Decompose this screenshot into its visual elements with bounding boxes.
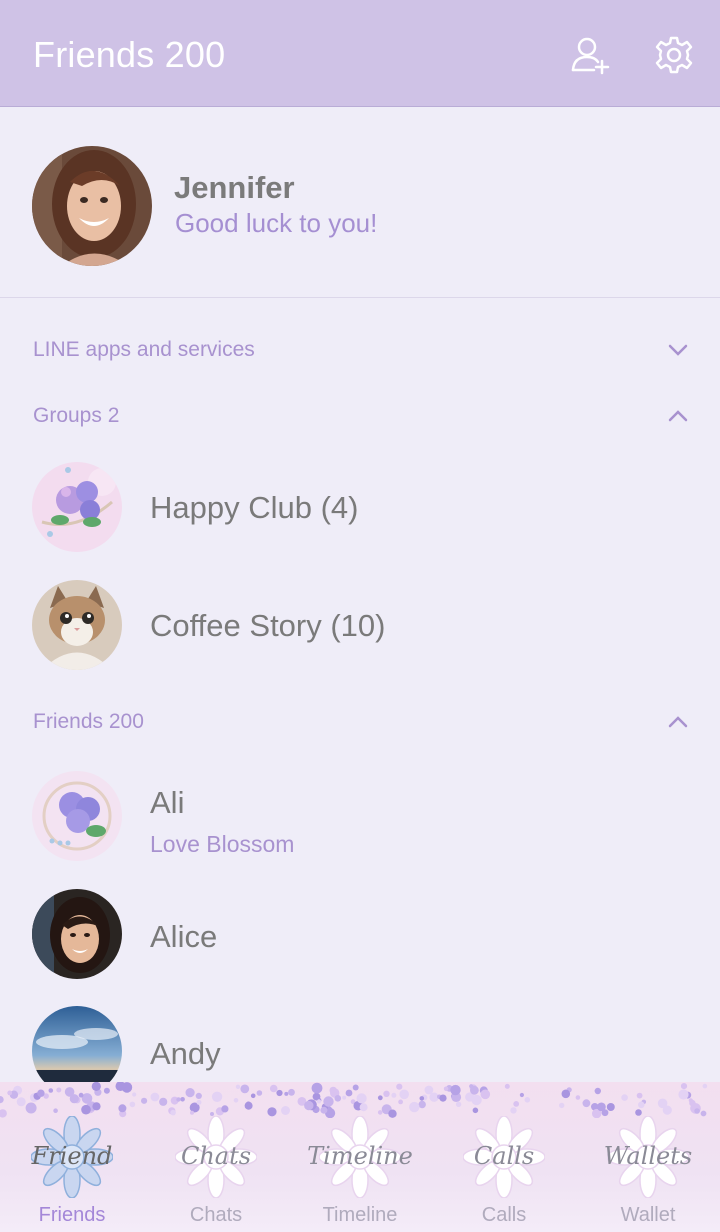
section-groups[interactable]: Groups 2 [0, 388, 720, 444]
section-label: LINE apps and services [33, 338, 255, 361]
group-row[interactable]: Coffee Story (10) [0, 570, 720, 680]
group-name: Happy Club (4) [150, 490, 359, 525]
friend-name: Ali [150, 785, 185, 820]
tab-script-title: Timeline [307, 1142, 413, 1170]
tab-label: Wallet [620, 1204, 676, 1226]
profile-status-message: Good luck to you! [175, 208, 378, 238]
top-app-bar: Friends 200 [0, 0, 720, 107]
chevron-up-icon [668, 716, 688, 728]
friend-status-message: Love Blossom [150, 831, 295, 857]
section-line-apps-services[interactable]: LINE apps and services [0, 322, 720, 378]
chevron-down-icon [668, 344, 688, 356]
tab-calls[interactable]: Calls Calls [432, 1082, 576, 1232]
friend-name: Alice [150, 919, 218, 954]
tab-script-title: Chats [180, 1142, 252, 1170]
add-friend-icon[interactable] [570, 35, 610, 75]
chevron-up-icon [668, 410, 688, 422]
gear-icon[interactable] [654, 35, 694, 75]
avatar [32, 580, 122, 670]
tab-script-title: Friend [31, 1142, 113, 1170]
friend-row[interactable]: Ali Love Blossom [0, 761, 720, 871]
bottom-tab-bar: Friend Friends Chats Chats Timeline Time… [0, 1082, 720, 1232]
tab-friends[interactable]: Friend Friends [0, 1082, 144, 1232]
group-row[interactable]: Happy Club (4) [0, 452, 720, 562]
section-label: Friends 200 [33, 710, 144, 733]
profile-name: Jennifer [174, 170, 295, 205]
tab-label: Friends [38, 1204, 106, 1226]
tab-script-title: Calls [473, 1142, 535, 1170]
tab-label: Chats [189, 1204, 243, 1226]
tab-timeline[interactable]: Timeline Timeline [288, 1082, 432, 1232]
avatar [32, 146, 152, 266]
tab-wallet[interactable]: Wallets Wallet [576, 1082, 720, 1232]
tab-script-title: Wallets [603, 1142, 693, 1170]
friend-row[interactable]: Alice [0, 879, 720, 989]
page-title: Friends 200 [33, 34, 226, 75]
avatar [32, 462, 122, 552]
my-profile[interactable]: Jennifer Good luck to you! [0, 108, 720, 298]
avatar [32, 889, 122, 979]
tab-label: Calls [481, 1204, 527, 1226]
section-label: Groups 2 [33, 404, 120, 427]
tab-label: Timeline [322, 1204, 398, 1226]
avatar [32, 771, 122, 861]
section-friends[interactable]: Friends 200 [0, 694, 720, 750]
tab-chats[interactable]: Chats Chats [144, 1082, 288, 1232]
group-name: Coffee Story (10) [150, 608, 386, 643]
friend-name: Andy [150, 1036, 221, 1071]
